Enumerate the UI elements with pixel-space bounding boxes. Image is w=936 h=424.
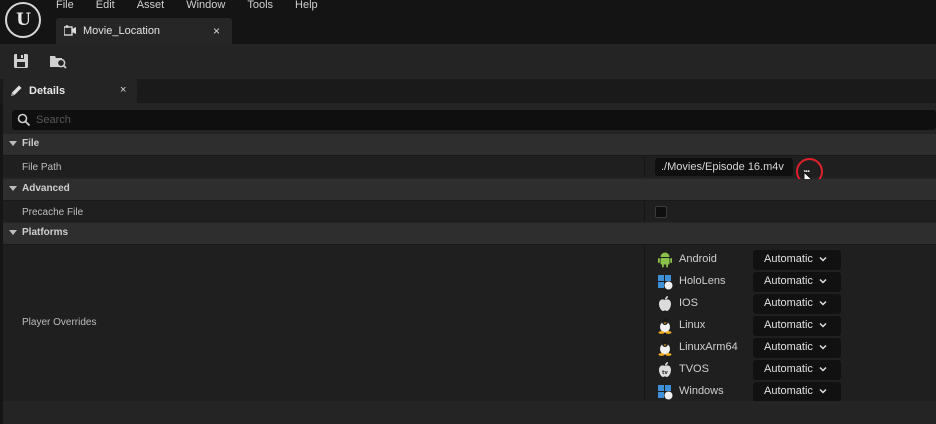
windows-unreal-icon [658, 275, 673, 290]
platform-dropdown-android[interactable]: Automatic [753, 250, 841, 270]
platform-dropdown-ios[interactable]: Automatic [753, 294, 841, 314]
chevron-down-icon [819, 256, 827, 262]
menu-asset[interactable]: Asset [137, 0, 165, 13]
platform-row-tvos: tv TVOS Automatic [655, 360, 845, 380]
precache-checkbox[interactable] [655, 206, 667, 218]
category-label: File [22, 138, 40, 149]
chevron-down-icon [819, 278, 827, 284]
platform-dropdown-linuxarm64[interactable]: Automatic [753, 338, 841, 358]
platform-row-linuxarm64: LinuxArm64 Automatic [655, 338, 845, 358]
category-advanced[interactable]: Advanced [3, 179, 936, 200]
linux-icon [658, 340, 672, 356]
search-box[interactable] [12, 110, 936, 130]
property-row-precache: Precache File [3, 200, 936, 222]
menu-edit[interactable]: Edit [96, 0, 115, 13]
platform-name: TVOS [679, 363, 709, 375]
dropdown-value: Automatic [764, 275, 813, 287]
dropdown-value: Automatic [764, 319, 813, 331]
platform-name: HoloLens [679, 275, 726, 287]
linux-icon [658, 318, 672, 334]
pencil-icon [11, 85, 22, 96]
platform-name: Windows [679, 385, 724, 397]
windows-unreal-icon [658, 385, 673, 400]
platform-row-android: Android Automatic [655, 250, 845, 270]
menu-file[interactable]: File [56, 0, 74, 13]
category-label: Platforms [22, 227, 69, 238]
property-label: Player Overrides [22, 317, 97, 328]
platform-dropdown-hololens[interactable]: Automatic [753, 272, 841, 292]
expand-arrow-icon [9, 230, 17, 235]
column-divider[interactable] [644, 156, 645, 177]
apple-icon [659, 296, 671, 311]
platform-row-linux: Linux Automatic [655, 316, 845, 336]
search-input[interactable] [36, 112, 916, 128]
category-label: Advanced [22, 183, 70, 194]
column-divider[interactable] [644, 201, 645, 222]
menu-bar: File Edit Asset Window Tools Help [56, 0, 318, 13]
platform-dropdown-tvos[interactable]: Automatic [753, 360, 841, 380]
expand-arrow-icon [9, 141, 17, 146]
dropdown-value: Automatic [764, 297, 813, 309]
property-row-file-path: File Path ./Movies/Episode 16.m4v ... [3, 155, 936, 185]
platform-row-ios: IOS Automatic [655, 294, 845, 314]
menu-help[interactable]: Help [295, 0, 318, 13]
close-icon[interactable]: × [120, 84, 126, 96]
panel-tab-row: Details × [0, 79, 936, 103]
platform-dropdown-windows[interactable]: Automatic [753, 382, 841, 402]
dropdown-value: Automatic [764, 341, 813, 353]
chevron-down-icon [819, 300, 827, 306]
category-platforms[interactable]: Platforms [3, 223, 936, 244]
chevron-down-icon [819, 344, 827, 350]
platform-name: Android [679, 253, 717, 265]
file-path-value: ./Movies/Episode 16.m4v [661, 161, 784, 173]
unreal-logo-icon[interactable]: U [5, 2, 41, 38]
apple-tv-icon: tv [659, 362, 671, 377]
details-panel: File File Path ./Movies/Episode 16.m4v .… [3, 103, 936, 424]
panel-bottom [3, 401, 936, 424]
expand-arrow-icon [9, 186, 17, 191]
platform-row-hololens: HoloLens Automatic [655, 272, 845, 292]
document-tab[interactable]: Movie_Location × [56, 18, 232, 44]
chevron-down-icon [819, 388, 827, 394]
search-icon [17, 113, 31, 127]
chevron-down-icon [819, 366, 827, 372]
category-file[interactable]: File [3, 134, 936, 155]
property-row-player-overrides: Player Overrides Android Automatic HoloL… [3, 244, 936, 402]
document-tab-label: Movie_Location [83, 25, 161, 37]
column-divider[interactable] [644, 245, 645, 401]
dropdown-value: Automatic [764, 253, 813, 265]
browse-asset-icon[interactable] [49, 52, 67, 70]
toolbar [0, 44, 936, 79]
file-path-field[interactable]: ./Movies/Episode 16.m4v [655, 158, 793, 176]
platform-name: LinuxArm64 [679, 341, 738, 353]
details-tab-label: Details [29, 85, 66, 97]
android-icon [658, 252, 672, 268]
menu-window[interactable]: Window [186, 0, 225, 13]
media-source-icon [64, 25, 76, 36]
details-tab[interactable]: Details × [3, 79, 137, 103]
platform-dropdown-linux[interactable]: Automatic [753, 316, 841, 336]
close-icon[interactable]: × [213, 24, 220, 38]
svg-text:tv: tv [662, 370, 668, 376]
platform-name: IOS [679, 297, 698, 309]
save-icon[interactable] [12, 52, 30, 70]
menu-tools[interactable]: Tools [247, 0, 273, 13]
dropdown-value: Automatic [764, 363, 813, 375]
dropdown-value: Automatic [764, 385, 813, 397]
chevron-down-icon [819, 322, 827, 328]
property-label: File Path [22, 162, 62, 173]
title-bar: U File Edit Asset Window Tools Help Movi… [0, 0, 936, 44]
platform-name: Linux [679, 319, 706, 331]
property-label: Precache File [22, 207, 84, 218]
platform-row-windows: Windows Automatic [655, 382, 845, 402]
